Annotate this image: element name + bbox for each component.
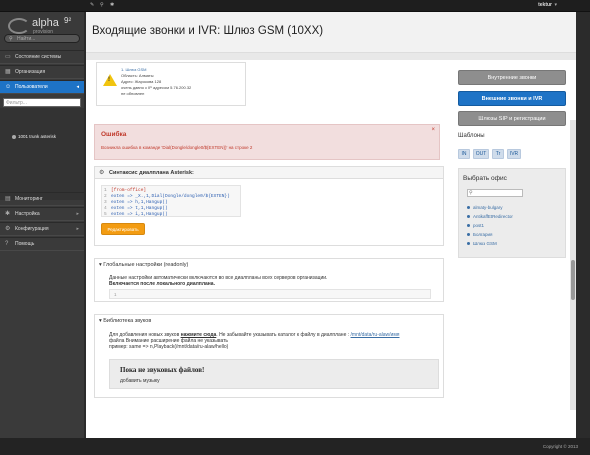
global-settings-title[interactable]: ▾ Глобальные настройки (readonly) — [99, 262, 188, 268]
footer: Copyright © 2013 — [0, 438, 590, 455]
office-item[interactable]: post1 — [467, 221, 513, 230]
global-settings-note: Включается после локального диалплана. — [109, 281, 215, 287]
sidebar-item-monitoring[interactable]: ▤ Мониторинг — [0, 192, 84, 206]
chevron-right-icon: ▸ — [76, 211, 79, 217]
top-bar: ✎ ⚲ ✱ tektur ▾ — [0, 0, 590, 12]
sidebar-item-label: Организация — [15, 69, 46, 75]
help-icon: ? — [5, 241, 9, 247]
chart-icon: ▤ — [5, 196, 11, 202]
error-title: Ошибка — [101, 131, 127, 138]
syntax-title: Синтаксис диалплана Asterisk: — [109, 170, 194, 176]
external-calls-button[interactable]: Внешние звонки и IVR — [458, 91, 566, 106]
sidebar: alpha 9² provision ⚲ Найти... ▭ Состояни… — [0, 12, 84, 438]
logo-name: alpha — [32, 17, 59, 29]
content: ! 1. Шлюз GSM Область: Алматы Адрес: Жар… — [86, 60, 576, 438]
link-icon[interactable]: ⚲ — [100, 3, 105, 8]
sidebar-item-settings[interactable]: ✱ Настройка ▸ — [0, 207, 84, 221]
template-tag-tr[interactable]: Tr — [492, 149, 504, 159]
gateway-details: 1. Шлюз GSM Область: Алматы Адрес: Жарок… — [121, 67, 191, 97]
warning-mark: ! — [108, 77, 110, 83]
code-block: 1 [from-office] 2 exten => _X.,1,Dial(Dong… — [101, 185, 241, 217]
syntax-header: ⚙ Синтаксис диалплана Asterisk: — [95, 167, 443, 179]
sidebar-item-label: Конфигурация — [15, 226, 49, 232]
chevron-left-icon: ◂ — [76, 84, 79, 90]
wrench-icon: ✱ — [5, 211, 11, 217]
error-message: Возникла ошибка в команде 'Dial(Dongle/d… — [101, 145, 253, 150]
templates-title: Шаблоны — [458, 133, 485, 139]
internal-calls-button[interactable]: Внутренние звонки — [458, 70, 566, 85]
building-icon: ▦ — [5, 69, 11, 75]
error-alert: Ошибка Возникла ошибка в команде 'Dial(D… — [94, 124, 440, 160]
search-input[interactable]: ⚲ Найти... — [4, 34, 80, 43]
sidebar-item-configuration[interactable]: ⚙ Конфигурация ▸ — [0, 222, 84, 236]
gateway-status: не обновлен — [121, 91, 145, 96]
office-title: Выбрать офис — [463, 175, 507, 182]
gear-icon: ⚙ — [99, 170, 105, 176]
logo-version: 9² — [64, 16, 72, 25]
template-tag-in[interactable]: IN — [458, 149, 470, 159]
sound-library-title[interactable]: ▾ Библиотека звуков — [99, 318, 151, 324]
sidebar-item-help[interactable]: ? Помощь — [0, 237, 84, 251]
search-icon: ⚲ — [469, 190, 473, 196]
office-search-input[interactable]: ⚲ — [467, 189, 523, 197]
user-tree: 1001 trunk asterisk — [0, 108, 84, 200]
sidebar-item-label: Мониторинг — [15, 196, 43, 202]
close-icon[interactable]: × — [431, 127, 435, 133]
global-settings-code: 1 — [109, 289, 431, 299]
main-area: Входящие звонки и IVR: Шлюз GSM (10XX) !… — [86, 12, 576, 438]
logo-swirl-icon — [8, 18, 30, 34]
sidebar-item-system-status[interactable]: ▭ Состояние системы — [0, 50, 84, 64]
office-list: almaty-bulgary AntikaffEtRedirector post… — [467, 203, 513, 248]
tree-node-icon — [12, 135, 16, 139]
scrollbar-thumb[interactable] — [571, 260, 575, 300]
scrollbar[interactable] — [570, 120, 576, 410]
template-tag-out[interactable]: OUT — [473, 149, 489, 159]
add-music-link[interactable]: добавить музыку — [120, 378, 160, 384]
filter-placeholder: Фильтр... — [6, 100, 27, 106]
tree-node[interactable]: 1001 trunk asterisk — [18, 134, 56, 139]
template-tag-ivr[interactable]: IVR — [507, 149, 521, 159]
search-placeholder: Найти... — [17, 36, 36, 42]
office-item[interactable]: Болгария — [467, 230, 513, 239]
empty-title: Пока не звуковых файлов! — [120, 366, 205, 374]
wrench-icon[interactable]: ✱ — [110, 3, 115, 8]
sidebar-item-organization[interactable]: ▦ Организация — [0, 65, 84, 79]
sidebar-item-label: Состояние системы — [15, 54, 62, 60]
user-name[interactable]: tektur — [538, 2, 552, 8]
sound-library-desc: Для добавления новых звуков нажмите сюда… — [109, 332, 400, 350]
pencil-icon[interactable]: ✎ — [90, 3, 95, 8]
gateway-info: ! 1. Шлюз GSM Область: Алматы Адрес: Жар… — [96, 62, 246, 106]
empty-sounds: Пока не звуковых файлов! добавить музыку — [109, 359, 439, 389]
sound-library-panel: ▾ Библиотека звуков Для добавления новых… — [94, 314, 444, 398]
sidebar-item-label: Пользователи — [15, 84, 48, 90]
global-settings-panel: ▾ Глобальные настройки (readonly) Данные… — [94, 258, 444, 302]
office-item[interactable]: AntikaffEtRedirector — [467, 212, 513, 221]
edit-button[interactable]: Редактировать — [101, 223, 145, 235]
office-picker: Выбрать офис ⚲ almaty-bulgary AntikaffEt… — [458, 168, 566, 258]
monitor-icon: ▭ — [5, 54, 11, 60]
divider — [86, 52, 576, 60]
warning-icon — [103, 74, 117, 86]
chevron-right-icon: ▸ — [76, 226, 79, 232]
office-item[interactable]: almaty-bulgary — [467, 203, 513, 212]
sidebar-item-label: Настройка — [15, 211, 40, 217]
copyright: Copyright © 2013 — [542, 444, 578, 449]
office-item[interactable]: Шлюз GSM — [467, 239, 513, 248]
users-icon: ☺ — [5, 84, 12, 90]
code-line: 5 exten => i,1,Hangup() — [104, 212, 168, 217]
sidebar-item-users[interactable]: ☺ Пользователи ◂ — [0, 80, 84, 94]
sidebar-item-label: Помощь — [15, 241, 35, 247]
page-title: Входящие звонки и IVR: Шлюз GSM (10XX) — [92, 25, 324, 37]
chevron-down-icon[interactable]: ▾ — [554, 2, 557, 8]
gear-icon: ⚙ — [5, 226, 11, 232]
syntax-panel: ⚙ Синтаксис диалплана Asterisk: 1 [from-o… — [94, 166, 444, 246]
sip-gateways-button[interactable]: Шлюзы SIP и регистрации — [458, 111, 566, 126]
filter-input[interactable]: Фильтр... — [3, 98, 81, 107]
search-icon: ⚲ — [9, 36, 13, 42]
